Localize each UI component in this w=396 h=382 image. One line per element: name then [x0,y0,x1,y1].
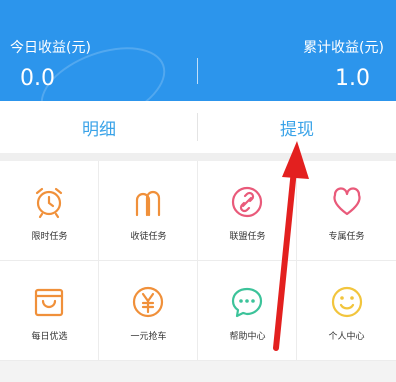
heart-icon [330,185,364,219]
today-earnings-label: 今日收益(元) [10,40,91,56]
grid-item-label: 专属任务 [328,232,365,242]
tab-divider [197,113,198,141]
grid-item-exclusive-task[interactable]: 专属任务 [297,161,396,261]
bottom-gap [0,361,396,382]
grid-item-help-center[interactable]: 帮助中心 [198,261,297,361]
alarm-clock-icon [32,185,66,219]
grid-item-label: 每日优选 [31,332,68,342]
grid-item-label: 帮助中心 [229,332,266,342]
total-earnings-label: 累计收益(元) [303,40,384,56]
grid-item-label: 个人中心 [328,332,365,342]
grid-item-daily-picks[interactable]: 每日优选 [0,261,99,361]
header-divider [197,58,198,84]
grid-item-personal-center[interactable]: 个人中心 [297,261,396,361]
grid-item-limited-time-task[interactable]: 限时任务 [0,161,99,261]
section-gap [0,153,396,161]
tab-bar: 明细 提现 [0,101,396,153]
grid-item-label: 收徒任务 [130,232,167,242]
tab-withdraw[interactable]: 提现 [198,101,396,153]
grid-item-apprentice-task[interactable]: 收徒任务 [99,161,198,261]
yuan-coin-icon [131,285,165,319]
feature-grid: 限时任务 收徒任务 联盟任务 专属任务 每日优选 一元抢车 帮助中心 个人中心 [0,161,396,361]
smiley-face-icon [330,285,364,319]
chat-bubble-icon [230,285,264,319]
total-earnings-value: 1.0 [335,66,370,91]
tab-details[interactable]: 明细 [0,101,198,153]
grid-item-label: 联盟任务 [229,232,266,242]
grid-item-alliance-task[interactable]: 联盟任务 [198,161,297,261]
link-icon [230,185,264,219]
grid-item-label: 限时任务 [31,232,68,242]
grid-item-one-yuan-car[interactable]: 一元抢车 [99,261,198,361]
people-icon [131,185,165,219]
earnings-header: 今日收益(元) 累计收益(元) 0.0 1.0 [0,0,396,101]
today-earnings-value: 0.0 [20,66,55,91]
grid-item-label: 一元抢车 [130,332,167,342]
shopping-bag-icon [32,285,66,319]
